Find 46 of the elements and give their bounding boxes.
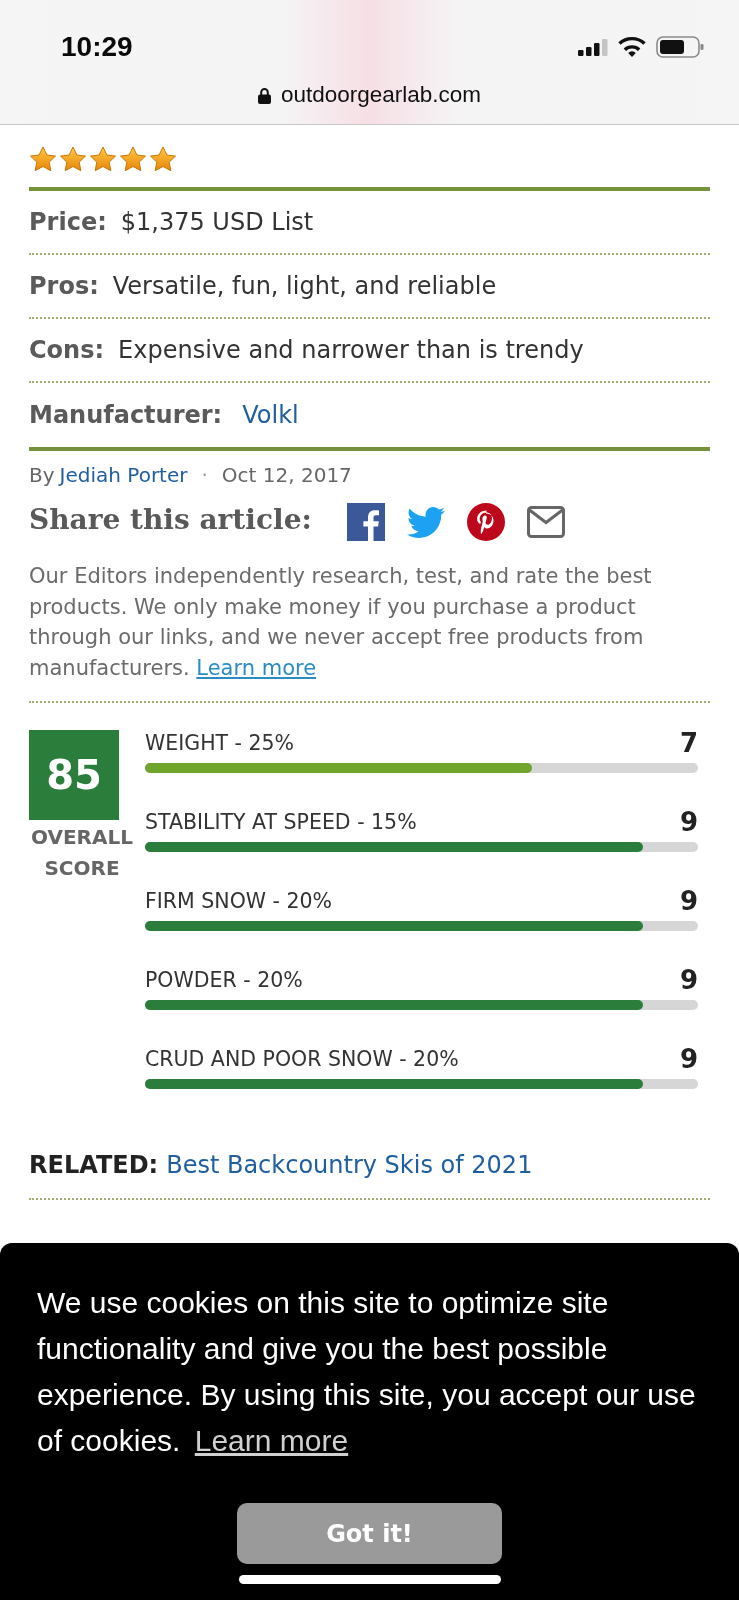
author-link[interactable]: Jediah Porter bbox=[59, 462, 188, 488]
related-link[interactable]: Best Backcountry Skis of 2021 bbox=[166, 1149, 533, 1181]
cookie-learn-more-link[interactable]: Learn more bbox=[194, 1424, 349, 1457]
spec-value: Versatile, fun, light, and reliable bbox=[112, 271, 497, 301]
star-icon bbox=[89, 146, 117, 172]
learn-more-link[interactable]: Learn more bbox=[196, 655, 317, 680]
mail-icon[interactable] bbox=[526, 506, 565, 538]
star-icon bbox=[119, 146, 147, 172]
facebook-icon[interactable] bbox=[346, 503, 385, 541]
cookie-message: We use cookies on this site to optimize site functionality and give you the best possible experience. By using this site, you accept our use of cookies. Learn more bbox=[37, 1285, 697, 1459]
address-bar-url[interactable]: outdoorgearlab.com bbox=[280, 83, 482, 107]
wifi-icon bbox=[618, 37, 646, 57]
overall-score-label: OVERALL SCORE bbox=[30, 824, 134, 882]
spec-label: Pros: bbox=[29, 271, 99, 301]
spec-link[interactable]: Volkl bbox=[242, 400, 299, 430]
star-icon bbox=[59, 146, 87, 172]
metric-label: WEIGHT - 25% bbox=[145, 730, 295, 756]
spec-value: $1,375 USD List bbox=[120, 207, 314, 237]
status-time: 10:29 bbox=[61, 33, 133, 61]
metric-label: POWDER - 20% bbox=[145, 967, 303, 993]
metric-label: STABILITY AT SPEED - 15% bbox=[145, 809, 417, 835]
share-heading: Share this article: bbox=[29, 506, 312, 534]
metric-label: CRUD AND POOR SNOW - 20% bbox=[145, 1046, 459, 1072]
metric-score: 9 bbox=[679, 888, 698, 914]
metric-score: 9 bbox=[679, 1046, 698, 1072]
spec-value: Expensive and narrower than is trendy bbox=[118, 335, 584, 365]
metric-score: 7 bbox=[679, 730, 698, 756]
spec-label: Cons: bbox=[29, 335, 105, 365]
pinterest-icon[interactable] bbox=[466, 503, 505, 541]
metric-score: 9 bbox=[679, 967, 698, 993]
star-icon bbox=[29, 146, 57, 172]
lock-icon bbox=[257, 86, 271, 104]
separator-dot: · bbox=[201, 462, 208, 488]
battery-icon bbox=[656, 36, 704, 58]
disclosure-text: Our Editors independently research, test, and rate the best products. We only make money if you purchase a product through our links, and we never accept free products from manufacturers. Learn more bbox=[29, 563, 653, 682]
metric-score: 9 bbox=[679, 809, 698, 835]
byline-prefix: By bbox=[29, 462, 55, 488]
spec-label: Price: bbox=[29, 207, 107, 237]
star-icon bbox=[149, 146, 177, 172]
twitter-bird-icon[interactable] bbox=[406, 506, 445, 538]
score-badge: 85 bbox=[29, 730, 119, 820]
publish-date: Oct 12, 2017 bbox=[221, 462, 352, 488]
spec-label: Manufacturer: bbox=[29, 400, 223, 430]
related-label: RELATED: bbox=[29, 1150, 159, 1181]
metric-label: FIRM SNOW - 20% bbox=[145, 888, 333, 914]
signal-icon bbox=[578, 38, 608, 56]
